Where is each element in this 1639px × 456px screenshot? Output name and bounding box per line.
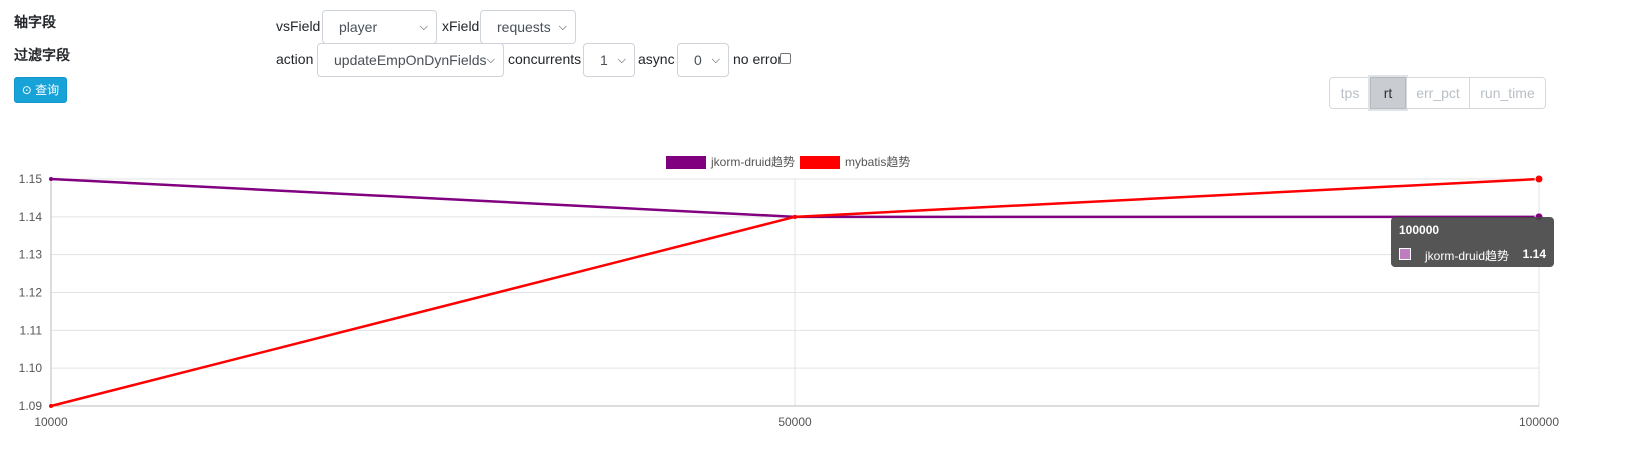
legend-swatch [800, 156, 840, 169]
y-tick-label: 1.13 [19, 248, 43, 262]
data-point [793, 214, 797, 219]
y-tick-label: 1.12 [19, 286, 43, 300]
concurrents-value: 1 [600, 52, 608, 68]
xfield-value: requests [497, 19, 551, 35]
y-tick-label: 1.15 [19, 172, 43, 186]
data-point [49, 177, 53, 181]
y-tick-label: 1.09 [19, 399, 43, 413]
vsfield-select[interactable]: player ⌵ [322, 10, 437, 44]
no-error-label: no error [733, 51, 783, 67]
async-value: 0 [694, 52, 702, 68]
axis-field-label: 轴字段 [14, 14, 56, 30]
chevron-down-icon: ⌵ [558, 21, 567, 33]
chart-legend: jkorm-druid趋势 mybatis趋势 [666, 155, 910, 169]
chart-grid [50, 178, 1540, 407]
async-label: async [638, 51, 675, 67]
action-label: action [276, 51, 314, 67]
tab-run-time[interactable]: run_time [1469, 77, 1546, 109]
x-tick-label: 50000 [778, 415, 812, 429]
chart-series [49, 174, 1544, 408]
data-point [1534, 174, 1544, 184]
y-tick-label: 1.10 [19, 361, 43, 375]
xfield-label: xField [442, 18, 480, 34]
legend-label: jkorm-druid趋势 [710, 155, 795, 169]
tooltip-title: 100000 [1399, 223, 1440, 237]
chart-tooltip: 100000 jkorm-druid趋势 1.14 [1391, 217, 1554, 267]
no-error-checkbox[interactable] [780, 53, 791, 64]
action-select[interactable]: updateEmpOnDynFields ⌵ [317, 43, 504, 77]
concurrents-label: concurrents [508, 51, 582, 67]
query-button[interactable]: ⊙ 查询 [14, 77, 67, 103]
chevron-down-icon: ⌵ [617, 54, 626, 66]
x-tick-label: 100000 [1519, 415, 1559, 429]
concurrents-select[interactable]: 1 ⌵ [583, 43, 635, 77]
vsfield-label: vsField [276, 18, 321, 34]
data-point [49, 404, 53, 408]
x-tick-label: 10000 [34, 415, 68, 429]
y-tick-label: 1.11 [20, 323, 43, 337]
xfield-select[interactable]: requests ⌵ [480, 10, 576, 44]
tooltip-value: 1.14 [1522, 247, 1546, 261]
tab-rt[interactable]: rt [1370, 77, 1406, 109]
chevron-down-icon: ⌵ [419, 21, 428, 33]
tab-err-pct[interactable]: err_pct [1406, 77, 1470, 109]
chart-axes: 1.09 1.10 1.11 1.12 1.13 1.14 1.15 10000 50000 10… [19, 172, 1560, 429]
async-select[interactable]: 0 ⌵ [677, 43, 729, 77]
y-tick-label: 1.14 [19, 210, 43, 224]
rt-trend-chart: 1.09 1.10 1.11 1.12 1.13 1.14 1.15 10000 50000 10… [19, 155, 1560, 429]
legend-label: mybatis趋势 [845, 155, 910, 169]
tab-tps[interactable]: tps [1329, 77, 1371, 109]
vsfield-value: player [339, 19, 378, 35]
tooltip-series-name: jkorm-druid趋势 [1425, 249, 1510, 263]
action-value: updateEmpOnDynFields [334, 52, 487, 68]
tooltip-series-swatch [1399, 248, 1411, 260]
legend-swatch [666, 156, 706, 169]
chevron-down-icon: ⌵ [486, 54, 495, 66]
filter-field-label: 过滤字段 [14, 47, 70, 63]
chevron-down-icon: ⌵ [711, 54, 720, 66]
